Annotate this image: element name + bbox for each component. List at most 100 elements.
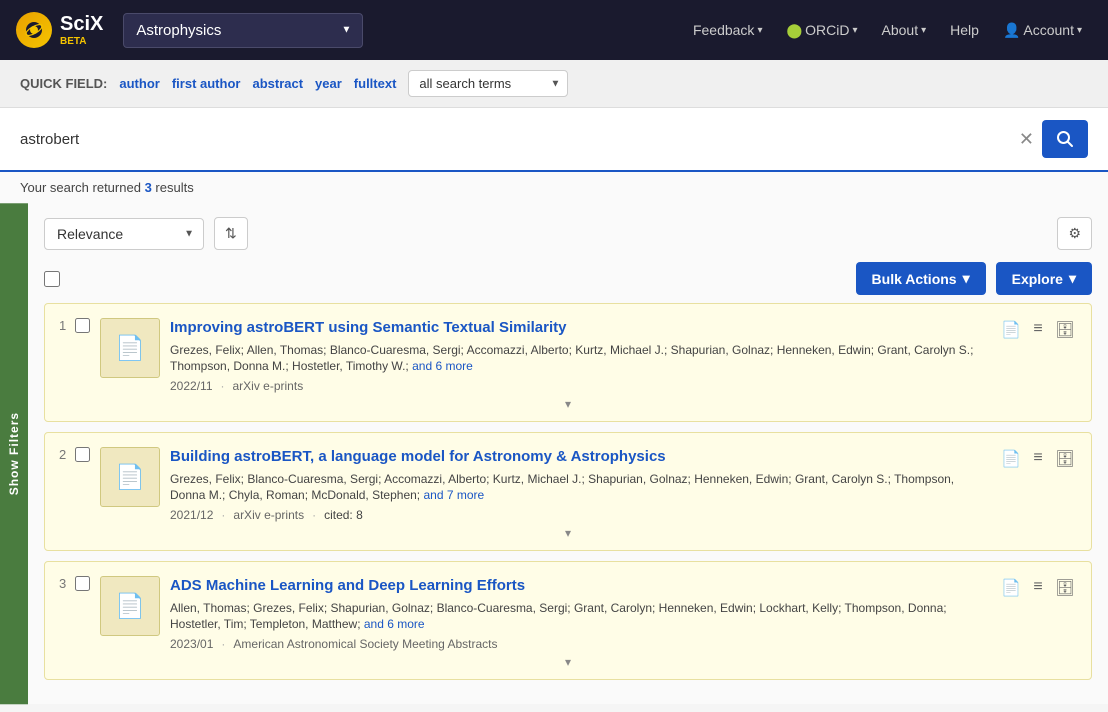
result-2-title[interactable]: Building astroBERT, a language model for… xyxy=(170,447,989,467)
result-3-icons: 📄 ≡ 🗄 xyxy=(999,576,1077,600)
results-count: 3 xyxy=(145,180,152,195)
result-3-pdf-icon[interactable]: 📄 xyxy=(999,576,1023,600)
nav-about-label: About xyxy=(882,22,919,38)
result-2-expand[interactable]: ▾ xyxy=(59,522,1077,542)
result-2-more-authors[interactable]: and 7 more xyxy=(423,488,484,502)
about-arrow-icon: ▾ xyxy=(921,25,926,36)
result-3-sep1: · xyxy=(221,637,225,651)
result-3-num-check: 3 xyxy=(59,576,90,591)
explore-label: Explore xyxy=(1012,271,1063,287)
result-2-authors: Grezes, Felix; Blanco-Cuaresma, Sergi; A… xyxy=(170,471,989,505)
qf-fulltext[interactable]: fulltext xyxy=(354,76,397,91)
result-1-meta: 2022/11 · arXiv e-prints xyxy=(170,379,989,393)
result-card-3: 3 📄 ADS Machine Learning and Deep Learni… xyxy=(44,561,1092,680)
sort-select-wrap[interactable]: Relevance Date Citation Count Read Count xyxy=(44,218,204,250)
result-2-checkbox[interactable] xyxy=(75,447,90,462)
explore-arrow-icon: ▾ xyxy=(1069,270,1076,287)
bulk-actions-arrow-icon: ▾ xyxy=(963,270,970,287)
result-3-db-icon[interactable]: 🗄 xyxy=(1053,576,1077,600)
orcid-icon: ⬤ xyxy=(786,22,802,39)
result-3-date: 2023/01 xyxy=(170,637,213,651)
nav-account[interactable]: 👤 Account ▾ xyxy=(993,14,1092,47)
result-3-authors: Allen, Thomas; Grezes, Felix; Shapurian,… xyxy=(170,600,989,634)
result-1-pdf-icon[interactable]: 📄 xyxy=(999,318,1023,342)
result-1-authors-text: Grezes, Felix; Allen, Thomas; Blanco-Cua… xyxy=(170,343,973,374)
logo-beta: BETA xyxy=(60,36,103,47)
result-3-list-icon[interactable]: ≡ xyxy=(1031,576,1044,598)
result-2-list-icon[interactable]: ≡ xyxy=(1031,447,1044,469)
explore-button[interactable]: Explore ▾ xyxy=(996,262,1092,295)
qf-abstract[interactable]: abstract xyxy=(252,76,303,91)
search-submit-button[interactable] xyxy=(1042,120,1088,158)
result-2-icons: 📄 ≡ 🗄 xyxy=(999,447,1077,471)
result-2-db-icon[interactable]: 🗄 xyxy=(1053,447,1077,471)
result-3-title[interactable]: ADS Machine Learning and Deep Learning E… xyxy=(170,576,989,596)
result-2-pdf-icon[interactable]: 📄 xyxy=(999,447,1023,471)
result-card-1: 1 📄 Improving astroBERT using Semantic T… xyxy=(44,303,1092,422)
subject-dropdown[interactable]: Astrophysics Physics Heliophysics Planet… xyxy=(123,13,363,48)
bulk-row: Bulk Actions ▾ Explore ▾ xyxy=(44,262,1092,295)
result-3-more-authors[interactable]: and 6 more xyxy=(364,617,425,631)
quick-field-dropdown-wrap[interactable]: all search terms author first author abs… xyxy=(408,70,568,97)
nav-about[interactable]: About ▾ xyxy=(872,14,937,46)
main-header: SciX BETA Astrophysics Physics Heliophys… xyxy=(0,0,1108,60)
result-1-thumbnail: 📄 xyxy=(100,318,160,378)
settings-button[interactable]: ⚙ xyxy=(1057,217,1092,250)
result-2-meta: 2021/12 · arXiv e-prints · cited: 8 xyxy=(170,508,989,522)
result-card-2: 2 📄 Building astroBERT, a language model… xyxy=(44,432,1092,551)
show-filters-label: Show Filters xyxy=(7,412,21,495)
result-2-number: 2 xyxy=(59,447,71,462)
result-2-source: arXiv e-prints xyxy=(233,508,304,522)
result-1-title[interactable]: Improving astroBERT using Semantic Textu… xyxy=(170,318,989,338)
result-2-content: Building astroBERT, a language model for… xyxy=(170,447,989,522)
qf-author[interactable]: author xyxy=(119,76,159,91)
sort-dropdown[interactable]: Relevance Date Citation Count Read Count xyxy=(44,218,204,250)
show-filters-tab[interactable]: Show Filters xyxy=(0,203,28,704)
search-input[interactable] xyxy=(20,131,1011,148)
result-2-date: 2021/12 xyxy=(170,508,213,522)
result-1-date: 2022/11 xyxy=(170,379,213,393)
nav-orcid[interactable]: ⬤ ORCiD ▾ xyxy=(776,14,867,47)
account-user-icon: 👤 xyxy=(1003,22,1020,39)
result-1-source: arXiv e-prints xyxy=(233,379,304,393)
nav-help[interactable]: Help xyxy=(940,14,989,46)
sort-order-button[interactable]: ⇅ xyxy=(214,217,248,250)
result-1-icons: 📄 ≡ 🗄 xyxy=(999,318,1077,342)
result-1-content: Improving astroBERT using Semantic Textu… xyxy=(170,318,989,393)
result-1-more-authors[interactable]: and 6 more xyxy=(412,359,473,373)
result-1-list-icon[interactable]: ≡ xyxy=(1031,318,1044,340)
result-1-authors: Grezes, Felix; Allen, Thomas; Blanco-Cua… xyxy=(170,342,989,376)
result-2-authors-text: Grezes, Felix; Blanco-Cuaresma, Sergi; A… xyxy=(170,472,954,503)
results-area: Relevance Date Citation Count Read Count… xyxy=(28,203,1108,704)
subject-selector[interactable]: Astrophysics Physics Heliophysics Planet… xyxy=(123,13,363,48)
main-nav: Feedback ▾ ⬤ ORCiD ▾ About ▾ Help 👤 Acco… xyxy=(683,14,1092,47)
result-1-sep1: · xyxy=(221,379,225,393)
nav-account-label: Account xyxy=(1023,22,1074,38)
results-suffix: results xyxy=(155,180,193,195)
result-2-thumbnail: 📄 xyxy=(100,447,160,507)
result-3-thumbnail: 📄 xyxy=(100,576,160,636)
nav-feedback-label: Feedback xyxy=(693,22,754,38)
nav-feedback[interactable]: Feedback ▾ xyxy=(683,14,773,46)
result-1-db-icon[interactable]: 🗄 xyxy=(1053,318,1077,342)
result-1-number: 1 xyxy=(59,318,71,333)
results-text: Your search returned xyxy=(20,180,141,195)
account-arrow-icon: ▾ xyxy=(1077,25,1082,36)
bulk-actions-button[interactable]: Bulk Actions ▾ xyxy=(856,262,986,295)
result-1-checkbox[interactable] xyxy=(75,318,90,333)
search-bar: ✕ xyxy=(0,108,1108,172)
quick-field-bar: QUICK FIELD: author first author abstrac… xyxy=(0,60,1108,108)
results-info: Your search returned 3 results xyxy=(0,172,1108,203)
master-checkbox[interactable] xyxy=(44,271,60,287)
logo-text: SciX xyxy=(60,13,103,35)
result-2-sep1: · xyxy=(221,508,225,522)
result-1-expand[interactable]: ▾ xyxy=(59,393,1077,413)
result-3-checkbox[interactable] xyxy=(75,576,90,591)
result-3-expand[interactable]: ▾ xyxy=(59,651,1077,671)
qf-first-author[interactable]: first author xyxy=(172,76,241,91)
quick-field-dropdown[interactable]: all search terms author first author abs… xyxy=(408,70,568,97)
qf-year[interactable]: year xyxy=(315,76,342,91)
nav-orcid-label: ORCiD xyxy=(805,22,849,38)
search-clear-button[interactable]: ✕ xyxy=(1011,129,1042,150)
nav-help-label: Help xyxy=(950,22,979,38)
